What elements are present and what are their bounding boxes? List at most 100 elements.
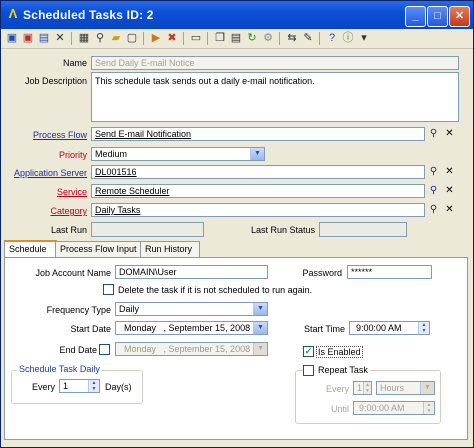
minimize-button[interactable]: _ — [405, 6, 426, 27]
until-time-value: 9:00:00 AM — [359, 403, 405, 413]
start-date-picker[interactable]: Monday , September 15, 2008 ▼ — [115, 321, 268, 335]
service-binoculars-icon[interactable]: ⚲ — [427, 184, 440, 197]
every-days-spinner[interactable]: ▲ ▼ — [88, 380, 99, 392]
frequency-type-label: Frequency Type — [46, 305, 111, 315]
start-time-spinner[interactable]: ▲ ▼ — [418, 322, 429, 334]
job-description-field[interactable]: This schedule task sends out a daily e-m… — [91, 72, 459, 122]
repeat-unit-select: Hours ▼ — [376, 381, 435, 395]
end-date-label: End Date — [59, 345, 97, 355]
paste-icon[interactable]: ▤ — [229, 31, 243, 45]
process-flow-label[interactable]: Process Flow — [7, 130, 87, 140]
service-value: Remote Scheduler — [95, 186, 170, 196]
last-run-label: Last Run — [50, 225, 87, 235]
more-icon[interactable]: ▾ — [357, 31, 371, 45]
start-date-value: Monday , September 15, 2008 — [124, 323, 251, 333]
stop-icon[interactable]: ✖ — [165, 31, 179, 45]
run-icon[interactable]: ▶ — [149, 31, 163, 45]
frequency-type-select[interactable]: Daily ▼ — [115, 302, 268, 316]
start-time-label: Start Time — [303, 324, 345, 334]
toolbar-separator — [207, 32, 208, 45]
save-close-icon[interactable]: ▣ — [21, 31, 35, 45]
category-value: Daily Tasks — [95, 205, 141, 215]
name-field[interactable]: Send Daily E-mail Notice — [91, 56, 459, 70]
print-icon[interactable]: ▦ — [77, 31, 91, 45]
application-server-binoculars-icon[interactable]: ⚲ — [427, 165, 440, 178]
end-date-dropdown-icon: ▼ — [253, 343, 267, 355]
end-date-picker: Monday , September 15, 2008 ▼ — [115, 342, 268, 356]
until-label: Until — [330, 404, 349, 414]
is-enabled-label: Is Enabled — [316, 346, 363, 358]
last-run-status-label: Last Run Status — [250, 225, 315, 235]
help-icon[interactable]: ? — [325, 31, 339, 45]
service-field[interactable]: Remote Scheduler — [91, 184, 425, 198]
open-folder-icon[interactable]: ▰ — [109, 31, 123, 45]
category-binoculars-icon[interactable]: ⚲ — [427, 203, 440, 216]
application-server-clear-icon[interactable]: ✕ — [443, 165, 456, 178]
process-flow-clear-icon[interactable]: ✕ — [443, 127, 456, 140]
link-icon[interactable]: ⇆ — [285, 31, 299, 45]
copy-icon[interactable]: ❐ — [213, 31, 227, 45]
delete-task-label: Delete the task if it is not scheduled t… — [118, 285, 313, 295]
toolbar-separator — [71, 32, 72, 45]
process-flow-value: Send E-mail Notification — [95, 129, 192, 139]
start-time-field[interactable]: 9:00:00 AM ▲ ▼ — [349, 321, 430, 335]
application-server-value: DL001516 — [95, 167, 137, 177]
service-clear-icon[interactable]: ✕ — [443, 184, 456, 197]
application-server-label[interactable]: Application Server — [7, 168, 87, 178]
refresh-icon[interactable]: ↻ — [245, 31, 259, 45]
spin-down-icon[interactable]: ▼ — [92, 386, 97, 392]
process-flow-field[interactable]: Send E-mail Notification — [91, 127, 425, 141]
tab-run-history[interactable]: Run History — [140, 241, 200, 257]
every-days-value: 1 — [63, 381, 69, 391]
spin-down-icon[interactable]: ▼ — [422, 328, 427, 334]
process-flow-binoculars-icon[interactable]: ⚲ — [427, 127, 440, 140]
delete-task-checkbox[interactable] — [103, 284, 114, 295]
password-label: Password — [302, 268, 342, 278]
schedule-task-daily-title: Schedule Task Daily — [17, 364, 102, 374]
repeat-every-field: 1 ▲ ▼ — [353, 381, 372, 395]
find-icon[interactable]: ⚲ — [93, 31, 107, 45]
schedule-panel: Job Account Name DOMAIN\User Password **… — [4, 257, 468, 440]
window-title: Scheduled Tasks ID: 2 — [23, 8, 154, 22]
password-field[interactable]: ****** — [347, 265, 432, 279]
delete-icon[interactable]: ✕ — [53, 31, 67, 45]
properties-icon[interactable]: ▢ — [125, 31, 139, 45]
category-field[interactable]: Daily Tasks — [91, 203, 425, 217]
end-date-checkbox[interactable] — [99, 344, 110, 355]
spin-down-icon: ▼ — [365, 388, 370, 394]
service-label[interactable]: Service — [7, 187, 87, 197]
job-account-name-label: Job Account Name — [35, 268, 111, 278]
last-run-status-field — [319, 222, 407, 237]
is-enabled-checkbox[interactable]: ✓ — [303, 346, 314, 357]
priority-select[interactable]: Medium ▼ — [91, 147, 265, 161]
save-icon[interactable]: ▣ — [5, 31, 19, 45]
spin-down-icon: ▼ — [426, 408, 432, 414]
priority-dropdown-icon[interactable]: ▼ — [250, 148, 264, 160]
category-clear-icon[interactable]: ✕ — [443, 203, 456, 216]
job-account-name-field[interactable]: DOMAIN\User — [115, 265, 268, 279]
notes-icon[interactable]: ✎ — [301, 31, 315, 45]
category-label[interactable]: Category — [7, 206, 87, 216]
priority-value: Medium — [95, 149, 128, 159]
scheduled-tasks-window: Λ Scheduled Tasks ID: 2 _ □ ✕ ▣ ▣ ▤ ✕ ▦ … — [0, 0, 474, 448]
start-date-label: Start Date — [70, 324, 111, 334]
days-label: Day(s) — [105, 382, 132, 392]
maximize-button[interactable]: □ — [427, 6, 448, 27]
settings-icon[interactable]: ⚙ — [261, 31, 275, 45]
name-value: Send Daily E-mail Notice — [95, 58, 195, 68]
close-button[interactable]: ✕ — [449, 6, 470, 27]
log-icon[interactable]: ▭ — [189, 31, 203, 45]
repeat-task-checkbox[interactable] — [303, 365, 314, 376]
repeat-every-label: Every — [325, 384, 349, 394]
toolbar-separator — [143, 32, 144, 45]
frequency-type-dropdown-icon[interactable]: ▼ — [253, 303, 267, 315]
toolbar: ▣ ▣ ▤ ✕ ▦ ⚲ ▰ ▢ ▶ ✖ ▭ ❐ ▤ ↻ ⚙ ⇆ ✎ ? ⓘ ▾ — [1, 29, 473, 49]
job-description-value: This schedule task sends out a daily e-m… — [95, 76, 315, 86]
application-server-field[interactable]: DL001516 — [91, 165, 425, 179]
every-days-field[interactable]: 1 ▲ ▼ — [59, 379, 100, 393]
tab-process-flow-input[interactable]: Process Flow Input — [55, 241, 141, 257]
job-description-label: Job Description — [24, 76, 87, 86]
title-bar[interactable]: Λ Scheduled Tasks ID: 2 _ □ ✕ — [1, 1, 473, 29]
info-icon[interactable]: ⓘ — [341, 31, 355, 45]
new-icon[interactable]: ▤ — [37, 31, 51, 45]
